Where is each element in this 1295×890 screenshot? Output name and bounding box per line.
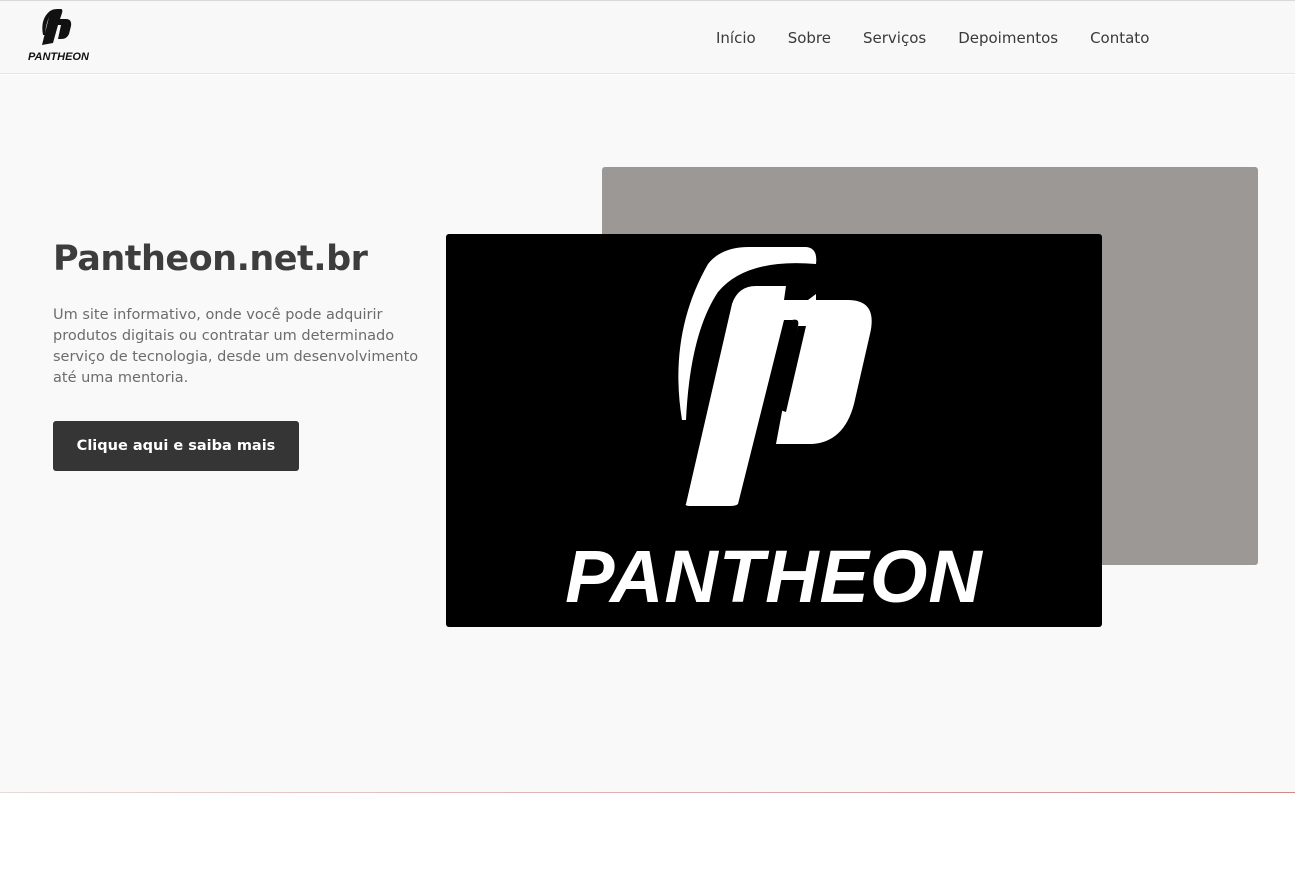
main-nav: Início Sobre Serviços Depoimentos Contat…: [700, 1, 1165, 74]
nav-inicio[interactable]: Início: [716, 29, 756, 47]
hero-description: Um site informativo, onde você pode adqu…: [53, 307, 419, 386]
brand-wordmark: PANTHEON: [565, 535, 983, 618]
nav-depoimentos[interactable]: Depoimentos: [958, 29, 1058, 47]
nav-sobre[interactable]: Sobre: [788, 29, 831, 47]
hero-title: Pantheon.net.br: [53, 239, 368, 279]
site-logo[interactable]: PANTHEON: [28, 5, 89, 65]
hero-section: Pantheon.net.br Um site informativo, ond…: [0, 75, 1295, 792]
nav-servicos[interactable]: Serviços: [863, 29, 926, 47]
site-header: PANTHEON Início Sobre Serviços Depoiment…: [0, 1, 1295, 74]
pantheon-p-logo-icon: [678, 246, 872, 506]
learn-more-button[interactable]: Clique aqui e saiba mais: [53, 421, 299, 471]
pantheon-logo-icon: [42, 9, 72, 45]
brand-image: PANTHEON: [446, 234, 1102, 627]
section-divider: [0, 792, 1295, 793]
nav-contato[interactable]: Contato: [1090, 29, 1149, 47]
logo-wordmark: PANTHEON: [28, 51, 89, 63]
